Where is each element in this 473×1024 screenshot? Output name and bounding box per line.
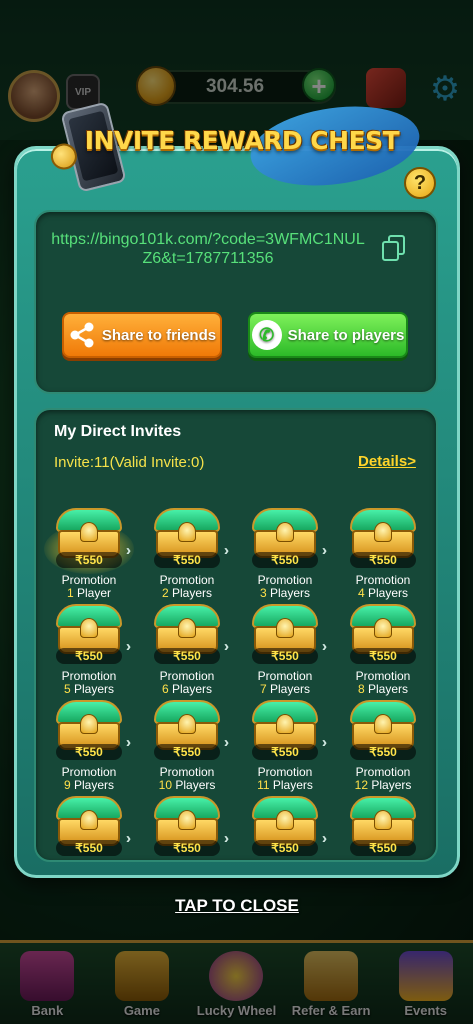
reward-chest-item[interactable]: ₹550 Promotion 6 Players (140, 602, 234, 696)
reward-amount: ₹550 (56, 648, 122, 664)
players-required: 4 Players (357, 586, 409, 600)
reward-chest-item[interactable]: ₹550 Promotion 9 Players (42, 698, 136, 792)
players-required: 9 Players (63, 778, 115, 792)
reward-amount: ₹550 (350, 552, 416, 568)
players-required: 6 Players (161, 682, 213, 696)
players-required: 5 Players (63, 682, 115, 696)
reward-amount: ₹550 (154, 552, 220, 568)
reward-amount: ₹550 (252, 744, 318, 760)
reward-chest-item[interactable]: ₹550 Promotion 1 Player (42, 506, 136, 600)
whatsapp-icon: ✆ (251, 320, 282, 350)
reward-chest-item[interactable]: ₹550 Promotion 5 Players (42, 602, 136, 696)
reward-chest-item[interactable]: ₹550 (238, 794, 332, 886)
share-icon (70, 322, 94, 348)
reward-amount: ₹550 (350, 648, 416, 664)
copy-icon[interactable] (382, 235, 406, 261)
reward-amount: ₹550 (56, 840, 122, 856)
invite-link[interactable]: https://bingo101k.com/?code=3WFMC1NULZ6&… (50, 230, 366, 268)
reward-chest-item[interactable]: ₹550 (42, 794, 136, 886)
help-icon[interactable]: ? (404, 167, 436, 199)
reward-amount: ₹550 (154, 648, 220, 664)
modal-title: INVITE REWARD CHEST (84, 126, 400, 155)
reward-chest-item[interactable]: ₹550 Promotion 4 Players (336, 506, 430, 600)
reward-amount: ₹550 (252, 840, 318, 856)
reward-chest-item[interactable]: ₹550 (336, 794, 430, 886)
reward-chest-item[interactable]: ₹550 Promotion 10 Players (140, 698, 234, 792)
reward-amount: ₹550 (56, 744, 122, 760)
share-to-players-button[interactable]: ✆ Share to players (248, 312, 408, 358)
reward-chest-item[interactable]: ₹550 (140, 794, 234, 886)
details-link[interactable]: Details> (358, 453, 416, 470)
reward-amount: ₹550 (350, 744, 416, 760)
share-players-label: Share to players (287, 326, 405, 344)
reward-grid: ₹550Promotion1 Player››₹550Promotion2 Pl… (42, 506, 430, 858)
players-required: 12 Players (354, 778, 412, 792)
reward-chest-item[interactable]: ₹550 Promotion 7 Players (238, 602, 332, 696)
reward-amount: ₹550 (154, 840, 220, 856)
players-required: 11 Players (257, 778, 313, 792)
reward-amount: ₹550 (56, 552, 122, 568)
reward-chest-item[interactable]: ₹550 Promotion 8 Players (336, 602, 430, 696)
players-required: 7 Players (259, 682, 311, 696)
reward-chest-item[interactable]: ₹550 Promotion 12 Players (336, 698, 430, 792)
players-required: 2 Players (161, 586, 213, 600)
reward-amount: ₹550 (154, 744, 220, 760)
reward-amount: ₹550 (252, 552, 318, 568)
reward-chest-item[interactable]: ₹550 Promotion 2 Players (140, 506, 234, 600)
invites-heading: My Direct Invites (54, 423, 182, 440)
players-required: 3 Players (259, 586, 311, 600)
players-required: 8 Players (357, 682, 409, 696)
reward-chest-item[interactable]: ₹550 Promotion 11 Players (238, 698, 332, 792)
reward-amount: ₹550 (350, 840, 416, 856)
tap-to-close-button[interactable]: TAP TO CLOSE (150, 896, 324, 916)
reward-amount: ₹550 (252, 648, 318, 664)
share-to-friends-button[interactable]: Share to friends (62, 312, 222, 358)
players-required: 10 Players (158, 778, 216, 792)
players-required: 1 Player (66, 586, 112, 600)
share-friends-label: Share to friends (101, 326, 217, 344)
invite-count: Invite:11(Valid Invite:0) (54, 454, 205, 471)
reward-chest-item[interactable]: ₹550 Promotion 3 Players (238, 506, 332, 600)
